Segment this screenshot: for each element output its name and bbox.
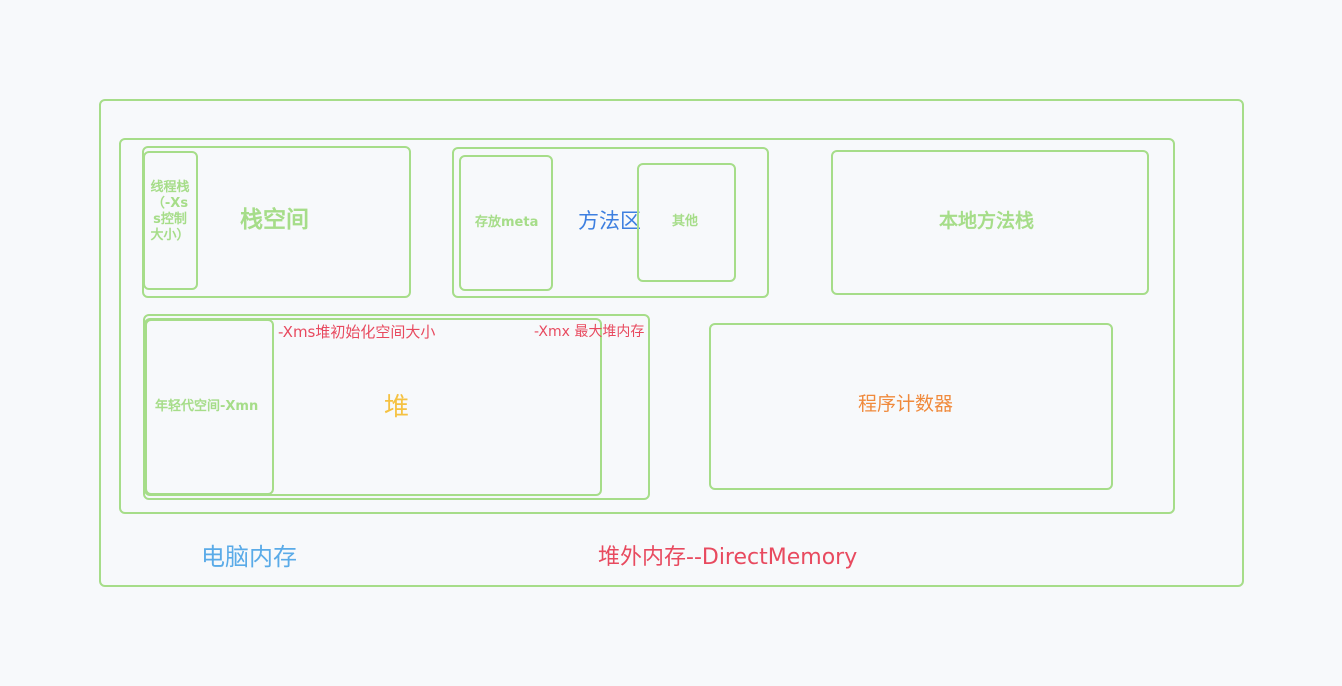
diagram-canvas: 线程栈（-Xss控制大小） 栈空间 存放meta 方法区 其他 本地方法栈 年轻… bbox=[0, 0, 1342, 686]
stack-space-label: 栈空间 bbox=[240, 207, 309, 233]
program-counter-label: 程序计数器 bbox=[858, 393, 954, 415]
offheap-memory-label: 堆外内存--DirectMemory bbox=[598, 545, 858, 570]
xmx-note: -Xmx 最大堆内存 bbox=[534, 324, 645, 340]
thread-stack-label: 线程栈（-Xss控制大小） bbox=[150, 180, 190, 243]
heap-label: 堆 bbox=[384, 392, 410, 421]
young-gen-label: 年轻代空间-Xmn bbox=[155, 399, 259, 414]
other-label: 其他 bbox=[672, 214, 699, 229]
computer-memory-label: 电脑内存 bbox=[201, 543, 297, 571]
native-method-stack-label: 本地方法栈 bbox=[939, 210, 1035, 232]
xms-note: -Xms堆初始化空间大小 bbox=[278, 323, 436, 341]
method-area-label: 方法区 bbox=[578, 209, 641, 233]
store-meta-label: 存放meta bbox=[475, 215, 539, 230]
